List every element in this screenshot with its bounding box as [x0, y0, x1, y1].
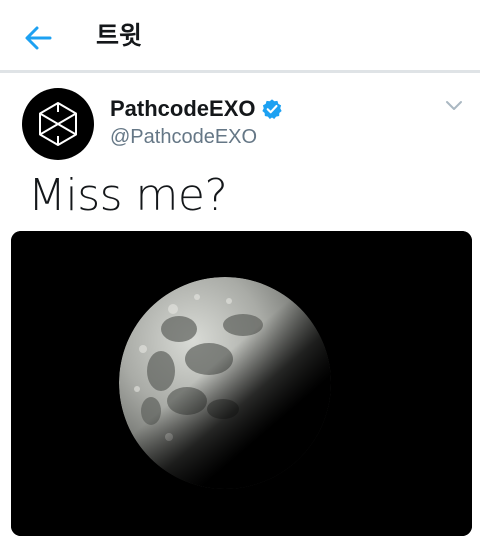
top-bar: 트윗 [0, 0, 480, 73]
avatar[interactable] [22, 88, 94, 160]
tweet-text: Miss me? [28, 170, 228, 221]
page-title: 트윗 [96, 21, 143, 50]
moon-image [11, 231, 472, 536]
arrow-left-icon [25, 26, 52, 50]
tweet-photo[interactable] [11, 231, 472, 536]
chevron-down-icon [446, 101, 462, 110]
display-name: PathcodeEXO [110, 96, 256, 121]
exo-hexagon-logo-icon [39, 102, 77, 146]
user-handle[interactable]: @PathcodeEXO [110, 124, 257, 150]
back-button[interactable] [16, 16, 60, 60]
tweet-detail-screen: 트윗 PathcodeEXO @PathcodeEXO Miss me? [0, 0, 480, 548]
tweet-menu-button[interactable] [438, 92, 470, 120]
verified-badge-icon [262, 99, 283, 119]
author-name-row[interactable]: PathcodeEXO [110, 96, 283, 122]
header-divider [0, 70, 480, 73]
